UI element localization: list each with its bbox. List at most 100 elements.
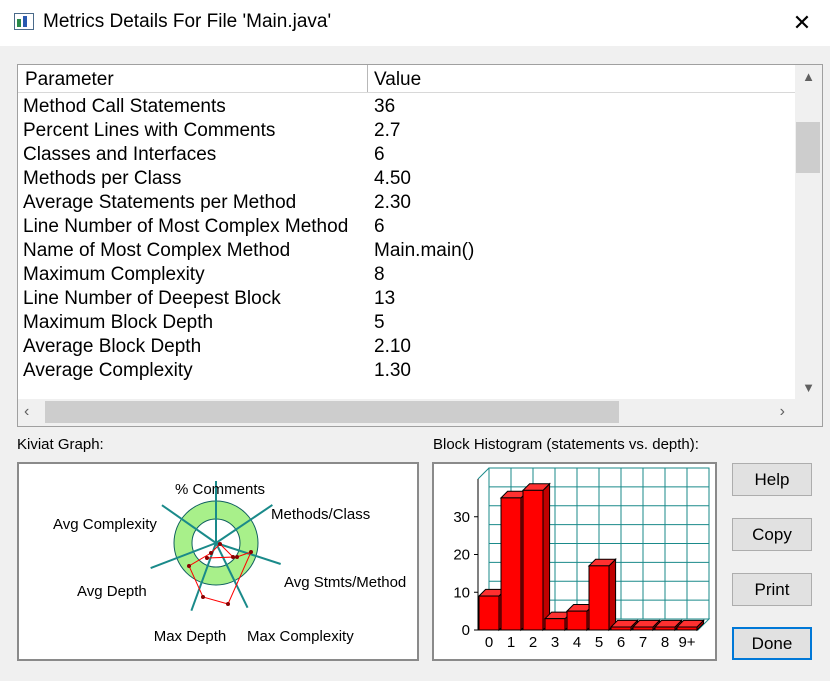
table-row[interactable]: Method Call Statements 36 (18, 95, 795, 119)
done-button[interactable]: Done (732, 627, 812, 660)
column-header-parameter[interactable]: Parameter (25, 69, 114, 91)
table-body: Method Call Statements 36 Percent Lines wi… (18, 95, 795, 383)
kiviat-point (235, 555, 239, 559)
parameter-cell: Line Number of Most Complex Method (23, 216, 349, 237)
parameter-cell: Methods per Class (23, 168, 182, 189)
histogram-bar-front (588, 565, 610, 631)
value-cell: 36 (374, 96, 396, 117)
histogram-x-tick-label: 3 (551, 634, 559, 651)
kiviat-axis-label: Methods/Class (271, 506, 370, 523)
table-row[interactable]: Line Number of Deepest Block 13 (18, 287, 795, 311)
histogram-x-tick-label: 4 (573, 634, 581, 651)
column-divider[interactable] (367, 65, 368, 92)
copy-button[interactable]: Copy (732, 518, 812, 551)
close-button[interactable]: ✕ (774, 0, 830, 46)
histogram-y-tick-label: 0 (462, 622, 470, 639)
scroll-right-icon[interactable]: › (780, 403, 785, 421)
value-cell: 13 (374, 288, 396, 309)
table-row[interactable]: Average Statements per Method 2.30 (18, 191, 795, 215)
histogram-x-tick-label: 2 (529, 634, 537, 651)
block-histogram-panel: 0 10 20 30 0 1 2 3 4 5 6 7 8 9+ (432, 462, 717, 661)
table-row[interactable]: Percent Lines with Comments 2.7 (18, 119, 795, 143)
kiviat-graph-panel: % Comments Methods/Class Avg Stmts/Method M… (17, 462, 419, 661)
histogram-bar-front (478, 595, 500, 631)
value-cell: 4.50 (374, 168, 411, 189)
histogram-x-tick-label: 7 (639, 634, 647, 651)
kiviat-point (249, 550, 253, 554)
histogram-bar-front (544, 618, 566, 631)
kiviat-axis-label: Avg Depth (77, 583, 147, 600)
column-header-value[interactable]: Value (374, 69, 421, 91)
horizontal-scroll-thumb[interactable] (45, 401, 619, 423)
histogram-bar (587, 558, 617, 632)
parameter-cell: Method Call Statements (23, 96, 226, 117)
histogram-bar (521, 482, 551, 632)
histogram-x-tick-label: 9+ (678, 634, 695, 651)
vertical-scrollbar[interactable]: ▲ ▼ (795, 65, 822, 399)
kiviat-axis-label: % Comments (175, 481, 265, 498)
print-button[interactable]: Print (732, 573, 812, 606)
value-cell: 2.7 (374, 120, 401, 141)
kiviat-graph-label: Kiviat Graph: (17, 436, 104, 453)
value-cell: 8 (374, 264, 385, 285)
table-row[interactable]: Classes and Interfaces 6 (18, 143, 795, 167)
table-row[interactable]: Maximum Complexity 8 (18, 263, 795, 287)
parameter-cell: Average Block Depth (23, 336, 202, 357)
kiviat-axis-label: Avg Complexity (53, 516, 157, 533)
scroll-down-icon[interactable]: ▼ (795, 380, 822, 395)
parameter-cell: Average Complexity (23, 360, 193, 381)
kiviat-axis-label: Max Depth (154, 628, 227, 645)
histogram-gridline (477, 467, 490, 480)
histogram-bar-front (500, 497, 522, 631)
table-row[interactable]: Name of Most Complex Method Main.main() (18, 239, 795, 263)
parameter-cell: Percent Lines with Comments (23, 120, 276, 141)
kiviat-axis-label: Max Complexity (247, 628, 354, 645)
scroll-up-icon[interactable]: ▲ (795, 69, 822, 84)
kiviat-point (226, 602, 230, 606)
histogram-x-tick-label: 6 (617, 634, 625, 651)
histogram-bar-side (608, 558, 617, 632)
value-cell: 6 (374, 216, 385, 237)
table-header: Parameter Value (18, 65, 795, 93)
kiviat-point (231, 555, 235, 559)
histogram-x-tick-label: 8 (661, 634, 669, 651)
histogram-x-tick-label: 0 (485, 634, 493, 651)
value-cell: Main.main() (374, 240, 475, 261)
kiviat-point (201, 595, 205, 599)
app-icon (14, 13, 34, 30)
title-bar: Metrics Details For File 'Main.java' ✕ (0, 0, 830, 46)
histogram-y-tick-label: 30 (453, 509, 470, 526)
kiviat-point (187, 564, 191, 568)
parameter-cell: Name of Most Complex Method (23, 240, 291, 261)
kiviat-graph: % Comments Methods/Class Avg Stmts/Method M… (53, 481, 406, 645)
value-cell: 1.30 (374, 360, 411, 381)
metrics-table[interactable]: Parameter Value Method Call Statements 36… (17, 64, 823, 427)
block-histogram-label: Block Histogram (statements vs. depth): (433, 436, 699, 453)
vertical-scroll-thumb[interactable] (796, 122, 820, 173)
kiviat-point (218, 542, 222, 546)
histogram-bar-front (566, 610, 588, 631)
value-cell: 2.30 (374, 192, 411, 213)
table-row[interactable]: Average Block Depth 2.10 (18, 335, 795, 359)
help-button[interactable]: Help (732, 463, 812, 496)
kiviat-point (205, 556, 209, 560)
parameter-cell: Maximum Block Depth (23, 312, 214, 333)
horizontal-scrollbar[interactable]: ‹ › (18, 399, 795, 426)
value-cell: 6 (374, 144, 385, 165)
parameter-cell: Maximum Complexity (23, 264, 205, 285)
table-row[interactable]: Average Complexity 1.30 (18, 359, 795, 383)
histogram-x-tick-label: 1 (507, 634, 515, 651)
table-row[interactable]: Line Number of Most Complex Method 6 (18, 215, 795, 239)
scrollbar-corner (795, 399, 822, 426)
histogram-x-tick-label: 5 (595, 634, 603, 651)
scroll-left-icon[interactable]: ‹ (24, 403, 29, 421)
table-row[interactable]: Methods per Class 4.50 (18, 167, 795, 191)
histogram-y-tick-label: 10 (453, 584, 470, 601)
block-histogram-chart: 01020300 1 2 3 4 5 6 7 8 9+ (453, 467, 711, 651)
parameter-cell: Average Statements per Method (23, 192, 297, 213)
kiviat-axis-label: Avg Stmts/Method (284, 574, 406, 591)
histogram-bar-front (522, 489, 544, 631)
window-title: Metrics Details For File 'Main.java' (43, 11, 332, 32)
table-row[interactable]: Maximum Block Depth 5 (18, 311, 795, 335)
value-cell: 2.10 (374, 336, 411, 357)
